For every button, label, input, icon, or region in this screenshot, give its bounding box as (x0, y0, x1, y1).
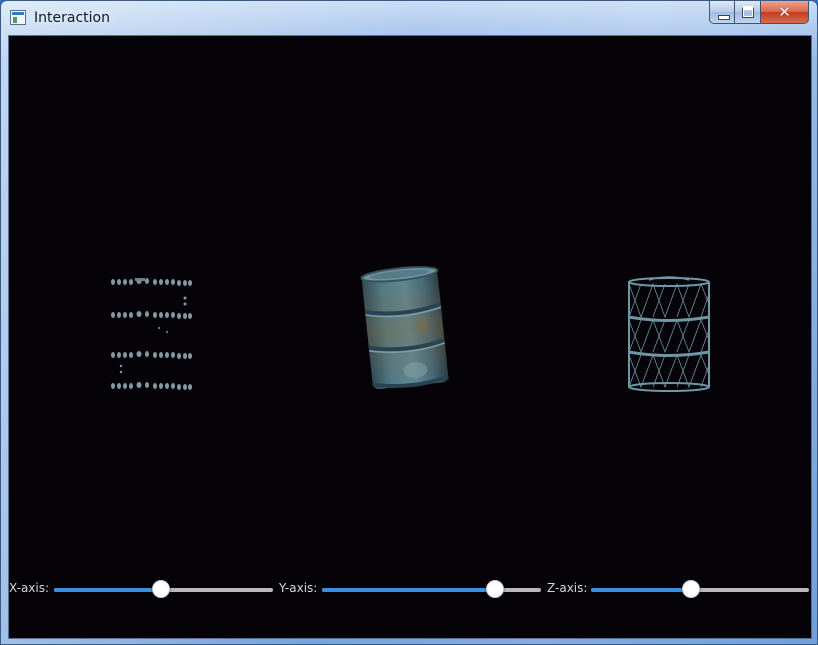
app-window-icon[interactable] (10, 10, 26, 25)
maximize-button[interactable] (735, 1, 761, 24)
x-axis-fill (54, 588, 161, 592)
y-axis-slider[interactable] (322, 580, 541, 598)
barrel-textured[interactable] (360, 264, 449, 390)
maximize-icon (742, 6, 754, 18)
x-axis-handle[interactable] (152, 580, 170, 598)
rotation-controls: X-axis: Y-axis: Z-axis: (9, 578, 811, 602)
caption-buttons: ✕ (709, 1, 809, 25)
barrel-point-cloud[interactable] (111, 278, 192, 390)
3d-scene[interactable] (9, 36, 811, 566)
application-window: Interaction ✕ X-axis: Y-axis: Z-axis: (0, 0, 818, 645)
close-icon: ✕ (778, 3, 791, 21)
x-axis-slider[interactable] (54, 580, 273, 598)
window-title: Interaction (34, 10, 110, 26)
render-viewport[interactable]: X-axis: Y-axis: Z-axis: (8, 35, 812, 639)
y-axis-label: Y-axis: (279, 581, 318, 595)
z-axis-fill (591, 588, 691, 592)
barrel-wireframe[interactable] (628, 276, 710, 392)
title-bar[interactable]: Interaction ✕ (1, 1, 817, 35)
z-axis-handle[interactable] (682, 580, 700, 598)
y-axis-handle[interactable] (486, 580, 504, 598)
minimize-icon (718, 15, 730, 20)
z-axis-label: Z-axis: (547, 581, 588, 595)
z-axis-slider[interactable] (591, 580, 809, 598)
y-axis-fill (322, 588, 495, 592)
minimize-button[interactable] (709, 1, 735, 24)
x-axis-label: X-axis: (9, 581, 50, 595)
close-button[interactable]: ✕ (761, 1, 809, 24)
